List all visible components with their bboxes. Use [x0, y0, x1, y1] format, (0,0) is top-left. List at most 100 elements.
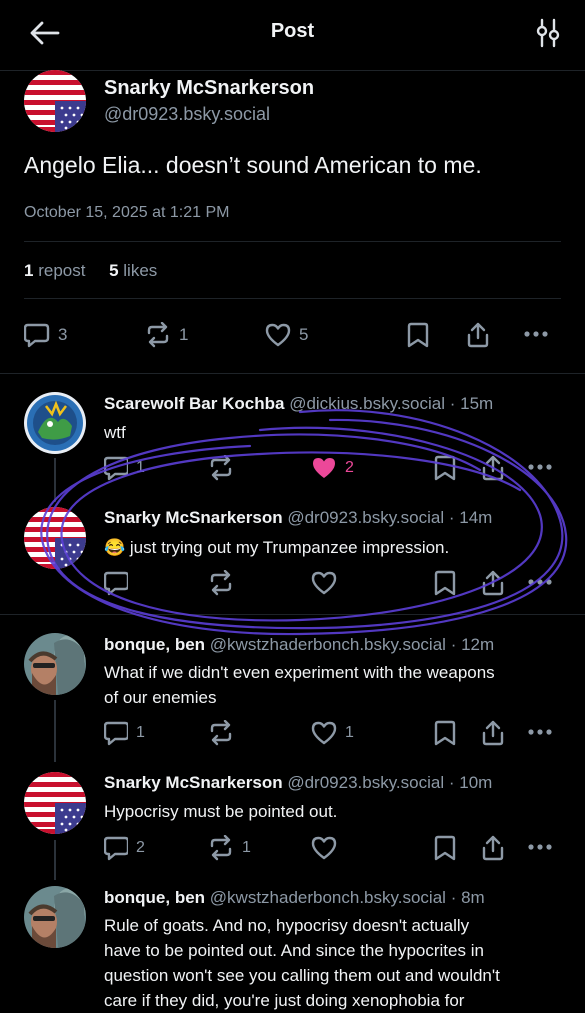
reply-text: wtf [104, 423, 126, 442]
post-text: Angelo Elia... doesn’t sound American to… [24, 152, 482, 178]
bookmark-button[interactable] [433, 720, 457, 746]
reply-button[interactable] [104, 570, 128, 596]
more-icon [524, 331, 548, 337]
avatar[interactable] [24, 70, 86, 132]
like-button[interactable] [311, 570, 337, 596]
reply-header: Snarky McSnarkerson @dr0923.bsky.social … [104, 773, 492, 793]
thread-line [54, 700, 56, 762]
repost-icon [210, 720, 232, 746]
avatar[interactable] [24, 507, 86, 569]
reply-icon [24, 323, 50, 348]
thread-line [54, 458, 56, 502]
like-label[interactable]: likes [123, 261, 157, 280]
like-count: 1 [345, 724, 354, 741]
reply-text-line: What if we didn't even experiment with t… [104, 663, 495, 682]
repost-button[interactable] [208, 720, 234, 746]
more-icon [528, 729, 552, 735]
author-name[interactable]: bonque, ben [104, 635, 205, 654]
thread-line [54, 840, 56, 880]
reply-button[interactable]: 3 [24, 322, 67, 348]
bookmark-button[interactable] [433, 835, 457, 861]
like-button[interactable]: 1 [311, 720, 354, 746]
reply-button[interactable]: 1 [104, 720, 145, 746]
author-name[interactable]: Snarky McSnarkerson [104, 773, 283, 792]
bookmark-icon [434, 570, 456, 596]
author-name[interactable]: bonque, ben [104, 888, 205, 907]
bookmark-icon [434, 835, 456, 861]
more-button[interactable] [523, 322, 551, 348]
like-button[interactable] [311, 835, 337, 861]
heart-icon [311, 836, 337, 860]
more-button[interactable] [527, 455, 553, 481]
share-button[interactable] [481, 835, 505, 861]
bookmark-icon [434, 720, 456, 746]
author-handle[interactable]: @dickius.bsky.social [289, 394, 445, 413]
share-button[interactable] [481, 720, 505, 746]
post-date: October 15, 2025 at 1:21 PM [24, 204, 230, 221]
reply-text-line: have to be pointed out. And since the hy… [104, 941, 484, 960]
repost-button[interactable]: 1 [208, 835, 251, 861]
reply-icon [104, 571, 128, 596]
bookmark-icon [407, 322, 429, 348]
author-handle[interactable]: @kwstzhaderbonch.bsky.social [210, 888, 446, 907]
repost-icon [210, 835, 232, 861]
reply-count: 3 [58, 325, 68, 344]
more-button[interactable] [527, 835, 553, 861]
repost-icon [210, 570, 232, 596]
author-name[interactable]: Snarky McSnarkerson [104, 508, 283, 527]
author-name[interactable]: Snarky McSnarkerson [104, 77, 314, 100]
author-handle[interactable]: @dr0923.bsky.social [104, 104, 270, 125]
like-button[interactable]: 5 [265, 322, 308, 348]
like-count: 5 [109, 261, 119, 280]
reply-button[interactable]: 2 [104, 835, 145, 861]
author-handle[interactable]: @dr0923.bsky.social [287, 508, 444, 527]
reply-count: 1 [136, 459, 145, 476]
more-button[interactable] [527, 570, 553, 596]
bookmark-button[interactable] [406, 322, 432, 348]
repost-count: 1 [24, 261, 34, 280]
reply-text: What if we didn't even experiment with t… [104, 660, 564, 710]
divider [24, 298, 561, 299]
heart-icon [265, 323, 291, 347]
share-icon [482, 835, 504, 861]
repost-button[interactable] [208, 570, 234, 596]
avatar[interactable] [24, 633, 86, 695]
share-button[interactable] [466, 322, 492, 348]
reply-header: Scarewolf Bar Kochba @dickius.bsky.socia… [104, 394, 493, 414]
more-icon [528, 464, 552, 470]
share-button[interactable] [481, 455, 505, 481]
bookmark-button[interactable] [433, 455, 457, 481]
more-icon [528, 844, 552, 850]
reply-header: bonque, ben @kwstzhaderbonch.bsky.social… [104, 635, 494, 655]
reply-count: 2 [136, 839, 145, 856]
reply-text-line: care if they did, you're just doing xeno… [104, 991, 465, 1010]
like-button[interactable]: 2 [311, 455, 354, 481]
bookmark-button[interactable] [433, 570, 457, 596]
repost-button[interactable]: 1 [145, 322, 188, 348]
author-handle[interactable]: @kwstzhaderbonch.bsky.social [210, 635, 446, 654]
repost-label[interactable]: repost [38, 261, 85, 280]
reply-text-line: of our enemies [104, 688, 217, 707]
avatar[interactable] [24, 886, 86, 948]
repost-icon [210, 455, 232, 481]
post-time: · 14m [448, 508, 493, 527]
reply-button[interactable]: 1 [104, 455, 145, 481]
repost-button[interactable] [208, 455, 234, 481]
sliders-icon[interactable] [535, 18, 561, 48]
reply-count: 1 [136, 724, 145, 741]
divider [0, 373, 585, 374]
share-icon [482, 720, 504, 746]
top-bar: Post [0, 0, 585, 71]
reply-text: 😂 just trying out my Trumpanzee impressi… [104, 538, 450, 557]
author-name[interactable]: Scarewolf Bar Kochba [104, 394, 284, 413]
avatar[interactable] [24, 772, 86, 834]
reply-header: bonque, ben @kwstzhaderbonch.bsky.social… [104, 888, 485, 908]
share-button[interactable] [481, 570, 505, 596]
divider [0, 614, 585, 615]
repost-icon [147, 322, 169, 348]
avatar[interactable] [24, 392, 86, 454]
reply-icon [104, 721, 128, 746]
author-handle[interactable]: @dr0923.bsky.social [287, 773, 444, 792]
more-button[interactable] [527, 720, 553, 746]
share-icon [482, 570, 504, 596]
